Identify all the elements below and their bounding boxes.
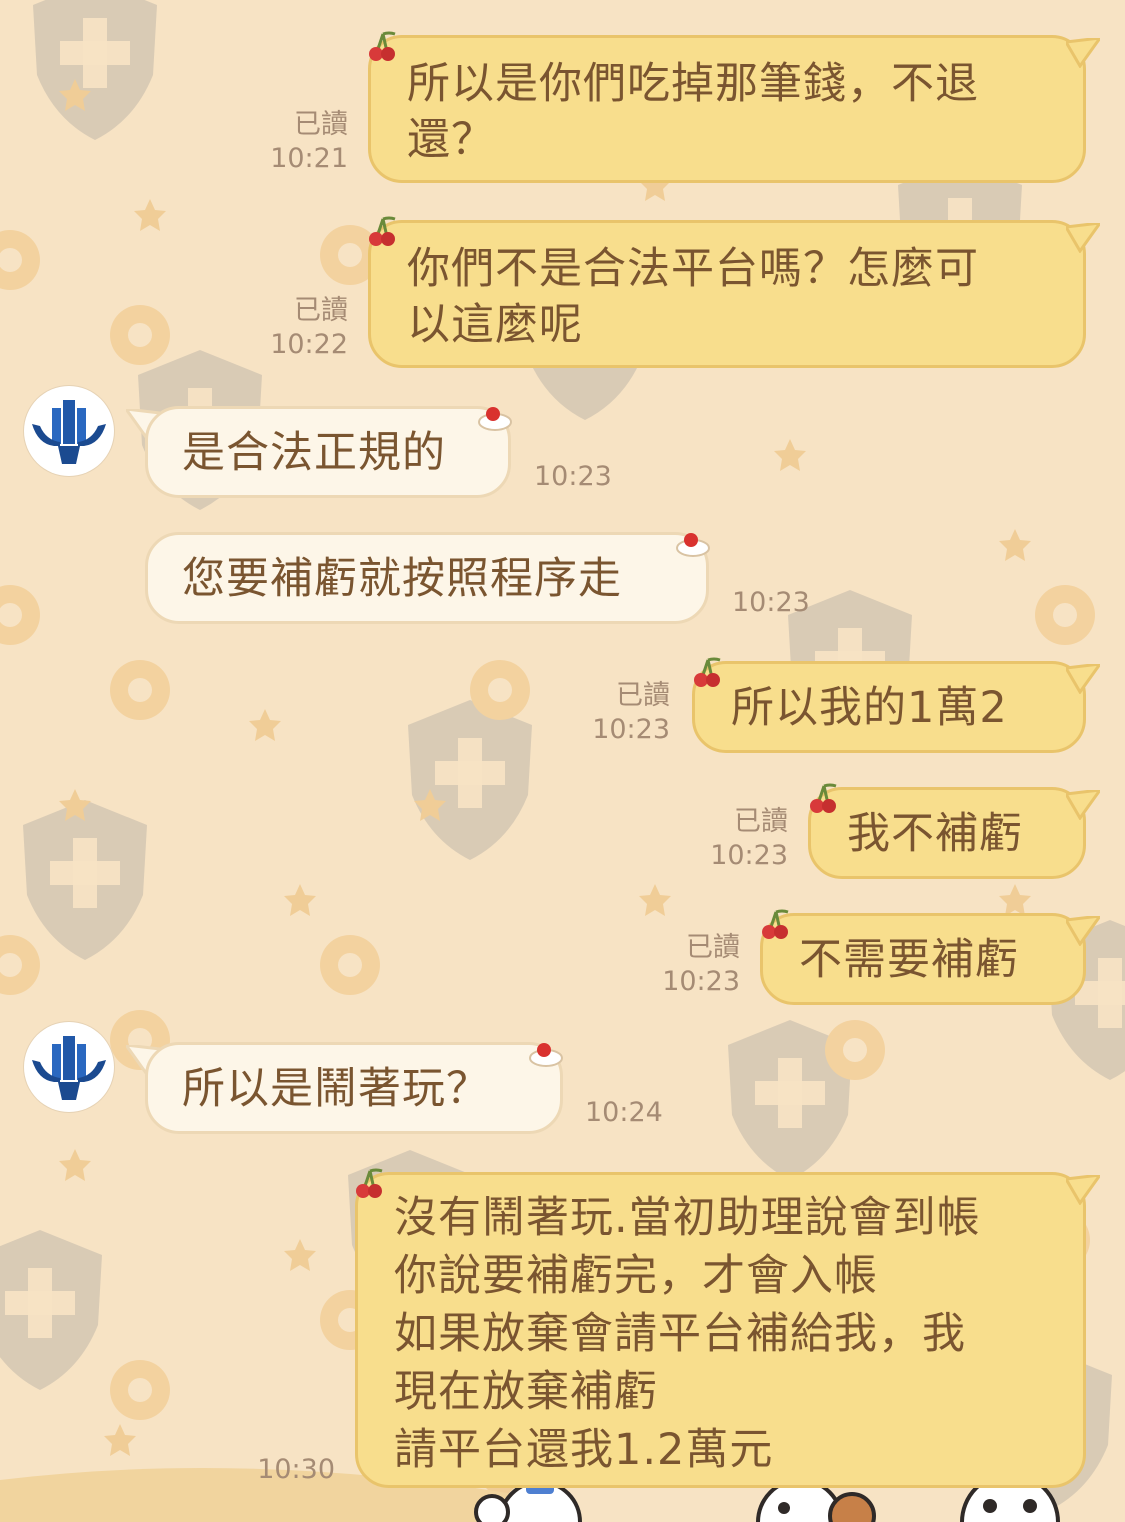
message-text: 你們不是合法平台嗎？怎麼可 以這麼呢 — [407, 244, 979, 350]
contact-avatar[interactable] — [24, 386, 114, 476]
my-message-bubble[interactable]: 我不補虧 — [808, 787, 1086, 879]
contact-message-bubble[interactable]: 是合法正規的 — [145, 406, 511, 498]
read-receipt: 已讀 — [616, 680, 670, 711]
message-time: 10:30 — [257, 1454, 335, 1485]
cherry-icon — [369, 31, 396, 61]
message-meta: 已讀 10:23 — [562, 679, 670, 747]
bubble-tail — [1066, 223, 1100, 253]
cherry-icon — [810, 783, 837, 813]
message-text: 您要補虧就按照程序走 — [182, 554, 622, 604]
message-text: 所以是鬧著玩？ — [182, 1064, 490, 1114]
cake-icon — [676, 533, 710, 557]
message-text: 所以我的1萬2 — [731, 683, 1008, 733]
message-meta: 10:24 — [585, 1096, 685, 1130]
cherry-icon — [369, 216, 396, 246]
cake-icon — [478, 407, 512, 431]
cherry-icon — [694, 657, 721, 687]
message-time: 10:23 — [662, 966, 740, 997]
message-text: 沒有鬧著玩.當初助理說會到帳 你說要補虧完，才會入帳 如果放棄會請平台補給我，我… — [394, 1193, 981, 1475]
contact-message-bubble[interactable]: 所以是鬧著玩？ — [145, 1042, 563, 1134]
bubble-tail — [1066, 1175, 1100, 1205]
message-meta: 已讀 10:23 — [632, 931, 740, 999]
contact-message-bubble[interactable]: 您要補虧就按照程序走 — [145, 532, 709, 624]
message-meta: 已讀 10:21 — [240, 108, 348, 176]
my-message-bubble[interactable]: 所以我的1萬2 — [692, 661, 1086, 753]
message-text: 是合法正規的 — [182, 428, 446, 478]
chat-message-list[interactable]: 所以是你們吃掉那筆錢，不退 還？ 已讀 10:21 你們不是合法平台嗎？怎麼可 … — [0, 0, 1125, 1522]
message-text: 不需要補虧 — [799, 935, 1019, 985]
my-message-bubble[interactable]: 不需要補虧 — [760, 913, 1086, 1005]
message-time: 10:23 — [592, 714, 670, 745]
message-meta: 10:30 — [225, 1453, 335, 1487]
read-receipt: 已讀 — [294, 295, 348, 326]
my-message-bubble[interactable]: 所以是你們吃掉那筆錢，不退 還？ — [368, 35, 1086, 183]
bubble-tail — [1066, 790, 1100, 820]
message-time: 10:23 — [710, 840, 788, 871]
bubble-tail — [1066, 916, 1100, 946]
my-message-bubble[interactable]: 沒有鬧著玩.當初助理說會到帳 你說要補虧完，才會入帳 如果放棄會請平台補給我，我… — [355, 1172, 1086, 1488]
message-meta: 已讀 10:22 — [240, 294, 348, 362]
bull-tower-logo-icon — [32, 400, 106, 464]
read-receipt: 已讀 — [686, 932, 740, 963]
contact-avatar[interactable] — [24, 1022, 114, 1112]
read-receipt: 已讀 — [734, 806, 788, 837]
bull-tower-logo-icon — [32, 1036, 106, 1100]
message-time: 10:24 — [585, 1097, 663, 1128]
message-time: 10:23 — [732, 587, 810, 618]
message-meta: 已讀 10:23 — [680, 805, 788, 873]
message-text: 所以是你們吃掉那筆錢，不退 還？ — [407, 59, 979, 165]
bubble-tail — [1066, 38, 1100, 68]
cherry-icon — [356, 1168, 383, 1198]
bubble-tail — [1066, 664, 1100, 694]
cherry-icon — [762, 909, 789, 939]
my-message-bubble[interactable]: 你們不是合法平台嗎？怎麼可 以這麼呢 — [368, 220, 1086, 368]
message-time: 10:22 — [270, 329, 348, 360]
message-meta: 10:23 — [534, 460, 634, 494]
read-receipt: 已讀 — [294, 109, 348, 140]
message-time: 10:23 — [534, 461, 612, 492]
message-time: 10:21 — [270, 143, 348, 174]
message-text: 我不補虧 — [847, 809, 1023, 859]
message-meta: 10:23 — [732, 586, 832, 620]
cake-icon — [529, 1043, 563, 1067]
